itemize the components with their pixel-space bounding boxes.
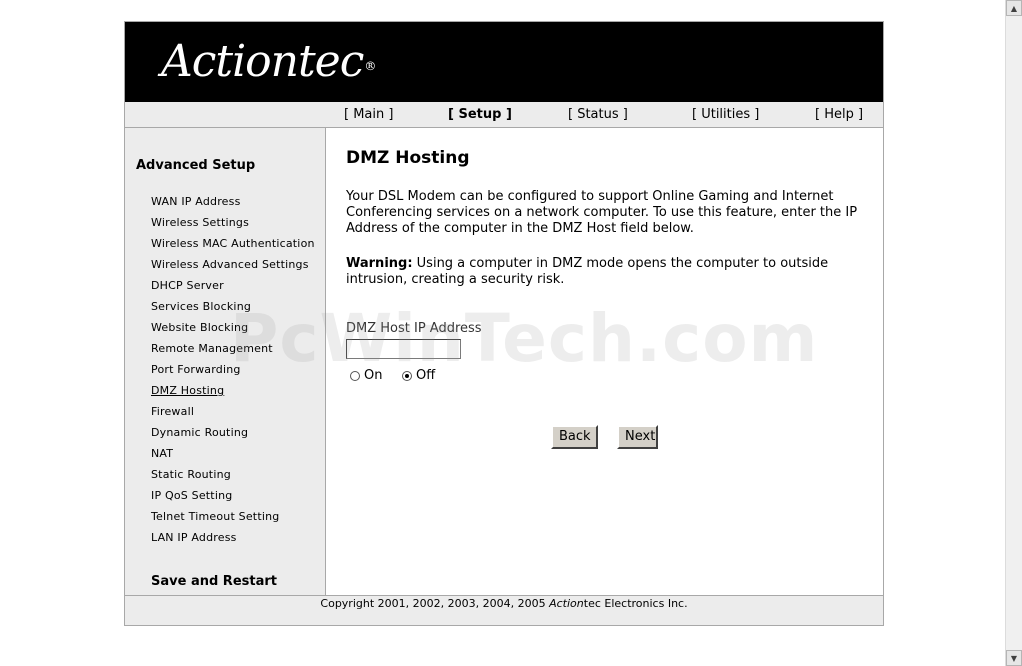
warning-body: Using a computer in DMZ mode opens the c…	[346, 256, 829, 287]
nav-utilities[interactable]: [ Utilities ]	[692, 107, 759, 122]
sidebar-item-lan-ip-address[interactable]: LAN IP Address	[151, 530, 315, 551]
vertical-scrollbar[interactable]: ▲ ▼	[1005, 0, 1022, 666]
nav-main[interactable]: [ Main ]	[344, 107, 393, 122]
sidebar-item-wireless-settings[interactable]: Wireless Settings	[151, 215, 315, 236]
header-bar: Actiontec®	[125, 22, 883, 102]
sidebar-item-dmz-hosting[interactable]: DMZ Hosting	[151, 383, 315, 404]
radio-on[interactable]: On	[350, 368, 382, 383]
nav-status[interactable]: [ Status ]	[568, 107, 628, 122]
nav-setup[interactable]: [ Setup ]	[448, 107, 512, 122]
sidebar-item-dhcp-server[interactable]: DHCP Server	[151, 278, 315, 299]
sidebar-item-nat[interactable]: NAT	[151, 446, 315, 467]
sidebar-list: WAN IP Address Wireless Settings Wireles…	[151, 194, 315, 551]
warning-text: Warning: Using a computer in DMZ mode op…	[346, 256, 871, 288]
router-page: Actiontec® [ Main ] [ Setup ] [ Status ]…	[124, 21, 884, 626]
scroll-up-arrow-icon[interactable]: ▲	[1006, 0, 1022, 16]
sidebar-item-services-blocking[interactable]: Services Blocking	[151, 299, 315, 320]
save-and-restart-link[interactable]: Save and Restart	[151, 574, 277, 589]
sidebar-item-firewall[interactable]: Firewall	[151, 404, 315, 425]
main-content: DMZ Hosting Your DSL Modem can be config…	[326, 128, 883, 595]
warning-label: Warning:	[346, 256, 413, 271]
actiontec-logo: Actiontec®	[161, 36, 376, 87]
next-button[interactable]: Next	[617, 425, 658, 449]
dmz-host-ip-input[interactable]	[346, 339, 461, 359]
sidebar-item-remote-management[interactable]: Remote Management	[151, 341, 315, 362]
radio-on-circle[interactable]	[350, 370, 360, 381]
sidebar-item-telnet-timeout-setting[interactable]: Telnet Timeout Setting	[151, 509, 315, 530]
sidebar-heading: Advanced Setup	[136, 158, 256, 173]
sidebar-item-port-forwarding[interactable]: Port Forwarding	[151, 362, 315, 383]
dmz-host-ip-label: DMZ Host IP Address	[346, 321, 482, 336]
sidebar-item-wan-ip-address[interactable]: WAN IP Address	[151, 194, 315, 215]
top-nav: [ Main ] [ Setup ] [ Status ] [ Utilitie…	[125, 102, 883, 128]
sidebar-item-ip-qos-setting[interactable]: IP QoS Setting	[151, 488, 315, 509]
sidebar-item-static-routing[interactable]: Static Routing	[151, 467, 315, 488]
footer-bar: Copyright 2001, 2002, 2003, 2004, 2005 A…	[125, 595, 883, 625]
page-title: DMZ Hosting	[346, 148, 470, 168]
copyright-text: Copyright 2001, 2002, 2003, 2004, 2005 A…	[320, 597, 688, 610]
radio-off-circle[interactable]	[402, 370, 412, 381]
back-button[interactable]: Back	[551, 425, 598, 449]
radio-on-label: On	[364, 368, 383, 383]
sidebar-item-website-blocking[interactable]: Website Blocking	[151, 320, 315, 341]
nav-help[interactable]: [ Help ]	[815, 107, 863, 122]
sidebar-item-wireless-mac-authentication[interactable]: Wireless MAC Authentication	[151, 236, 315, 257]
intro-text: Your DSL Modem can be configured to supp…	[346, 189, 858, 236]
radio-off-label: Off	[416, 368, 436, 383]
sidebar-item-dynamic-routing[interactable]: Dynamic Routing	[151, 425, 315, 446]
sidebar: Advanced Setup WAN IP Address Wireless S…	[125, 128, 326, 595]
radio-off[interactable]: Off	[402, 368, 435, 383]
sidebar-item-wireless-advanced-settings[interactable]: Wireless Advanced Settings	[151, 257, 315, 278]
scroll-down-arrow-icon[interactable]: ▼	[1006, 650, 1022, 666]
